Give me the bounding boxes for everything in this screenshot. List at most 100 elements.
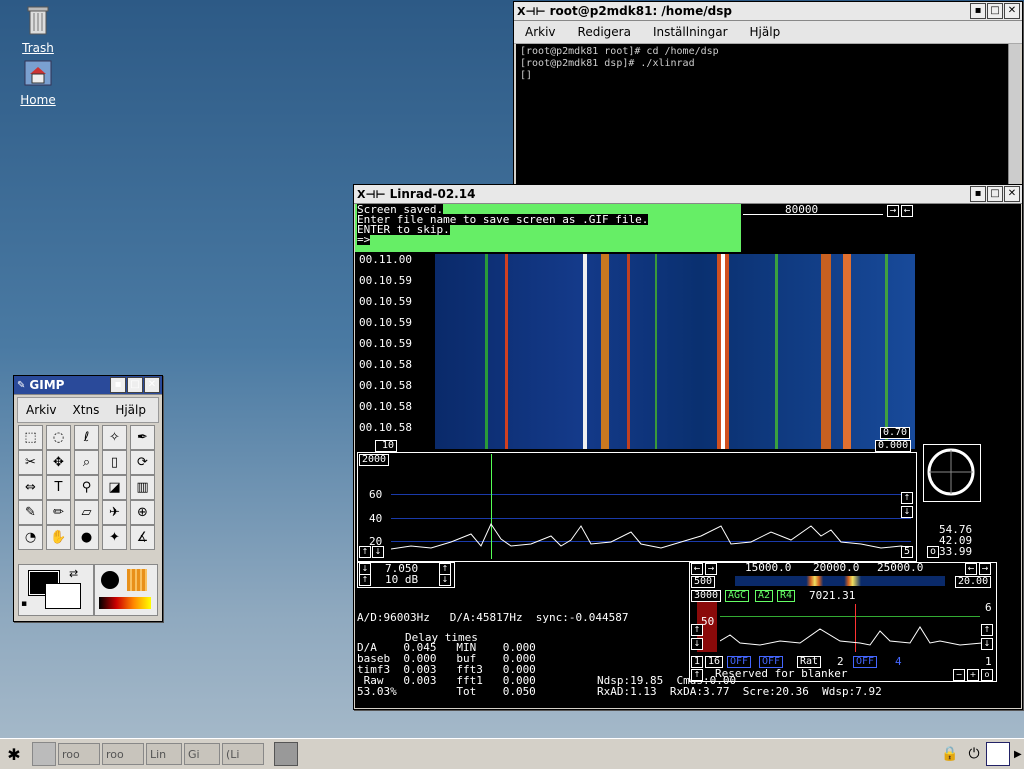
menu-redigera[interactable]: Redigera xyxy=(567,25,642,39)
bf-right-up-button[interactable]: ↑ xyxy=(981,624,993,636)
calendar-icon[interactable] xyxy=(986,742,1010,766)
linrad-window[interactable]: X⊣⊢ Linrad-02.14 ▪ □ ✕ Screen saved. Ent… xyxy=(353,184,1023,710)
ellipse-select-icon[interactable]: ◌ xyxy=(46,425,71,450)
spectrum-scale-up-button[interactable]: ↑ xyxy=(901,492,913,504)
dodge-icon[interactable]: ◔ xyxy=(18,525,43,550)
bf-scroll-left-button[interactable]: ← xyxy=(965,563,977,575)
default-colors-icon[interactable]: ▪ xyxy=(21,599,27,609)
convolve-icon[interactable]: ✦ xyxy=(102,525,127,550)
message-prompt[interactable]: => xyxy=(357,234,371,245)
pattern-icon[interactable] xyxy=(127,569,147,591)
spectrum-down-button[interactable]: ↓ xyxy=(372,546,384,558)
bf-bar-a2[interactable]: A2 xyxy=(755,590,774,602)
bf-right-button[interactable]: → xyxy=(705,563,717,575)
task-gimp[interactable]: Gi xyxy=(184,743,220,765)
paintbrush-icon[interactable]: ✏ xyxy=(46,500,71,525)
gimp-window[interactable]: ✎ GIMP ▪ □ ✕ Arkiv Xtns Hjälp ⬚ ◌ ℓ ✧ ✒ ✂ ✥ ⌕ ▯ ⟳… xyxy=(13,375,163,622)
spectrum-scale-down-button[interactable]: ↓ xyxy=(901,506,913,518)
minimize-button[interactable]: ▪ xyxy=(970,3,986,19)
linrad-titlebar[interactable]: X⊣⊢ Linrad-02.14 ▪ □ ✕ xyxy=(354,185,1022,204)
color-area[interactable]: ⇄ ▪ xyxy=(18,564,94,616)
scissors-icon[interactable]: ✂ xyxy=(18,450,43,475)
task-linrad[interactable]: Lin xyxy=(146,743,182,765)
task-terminal[interactable]: roo xyxy=(58,743,100,765)
start-menu-icon[interactable]: ✱ xyxy=(0,741,28,767)
bezier-icon[interactable]: ✒ xyxy=(130,425,155,450)
window-menu-icon[interactable]: X⊣⊢ xyxy=(354,188,386,201)
swap-colors-icon[interactable]: ⇄ xyxy=(69,567,78,580)
bf-row2-item[interactable]: 1 xyxy=(691,656,704,668)
scroll-left-button[interactable]: ← xyxy=(901,205,913,217)
magic-wand-icon[interactable]: ✧ xyxy=(102,425,127,450)
ink-icon[interactable]: ● xyxy=(74,525,99,550)
bf-gain-box[interactable]: 20.00 xyxy=(955,576,992,588)
bf-bottom-up-button[interactable]: ↑ xyxy=(691,669,703,681)
maximize-button[interactable]: □ xyxy=(987,186,1003,202)
bucket-fill-icon[interactable]: ◪ xyxy=(102,475,127,500)
menu-hjalp[interactable]: Hjälp xyxy=(739,25,792,39)
gradient-swatch[interactable] xyxy=(99,597,151,609)
smudge-icon[interactable]: ✋ xyxy=(46,525,71,550)
gradient-icon[interactable]: ▥ xyxy=(130,475,155,500)
power-icon[interactable]: ⏻ xyxy=(962,746,986,762)
taskbar-scroll-arrow[interactable]: ▶ xyxy=(1014,749,1024,760)
move-icon[interactable]: ✥ xyxy=(46,450,71,475)
trash-desktop-icon[interactable]: Trash xyxy=(8,4,68,55)
clone-icon[interactable]: ⊕ xyxy=(130,500,155,525)
bf-down-button[interactable]: ↓ xyxy=(691,638,703,650)
bf-row2-item[interactable]: OFF xyxy=(853,656,878,668)
spectrum-up-button[interactable]: ↑ xyxy=(359,546,371,558)
lasso-icon[interactable]: ℓ xyxy=(74,425,99,450)
close-button[interactable]: ✕ xyxy=(1004,3,1020,19)
blanker-plus-button[interactable]: + xyxy=(967,669,979,681)
terminal-output[interactable]: [root@p2mdk81 root]# cd /home/dsp [root@… xyxy=(516,44,1010,188)
eraser-icon[interactable]: ▱ xyxy=(74,500,99,525)
bf-bw-box[interactable]: 500 xyxy=(691,576,716,588)
maximize-button[interactable]: □ xyxy=(127,377,143,393)
close-button[interactable]: ✕ xyxy=(144,377,160,393)
minimize-button[interactable]: ▪ xyxy=(970,186,986,202)
task-linrad-2[interactable]: (Li xyxy=(222,743,264,765)
ctrl-b-down-button[interactable]: ↓ xyxy=(439,574,451,586)
pager-area[interactable] xyxy=(32,742,56,766)
color-picker-icon[interactable]: ⚲ xyxy=(74,475,99,500)
gimp-menu-hjalp[interactable]: Hjälp xyxy=(107,403,154,417)
home-desktop-icon[interactable]: Home xyxy=(8,58,68,107)
transform-icon[interactable]: ⟳ xyxy=(130,450,155,475)
brush-pattern-area[interactable] xyxy=(94,564,158,616)
blanker-o-button[interactable]: o xyxy=(981,669,993,681)
linrad-canvas[interactable]: Screen saved. Enter file name to save sc… xyxy=(355,204,1021,708)
brush-icon[interactable] xyxy=(101,571,119,589)
pencil-icon[interactable]: ✎ xyxy=(18,500,43,525)
terminal-window[interactable]: X⊣⊢ root@p2mdk81: /home/dsp ▪ □ ✕ Arkiv … xyxy=(513,1,1023,188)
menu-installningar[interactable]: Inställningar xyxy=(642,25,739,39)
task-terminal-2[interactable]: roo xyxy=(102,743,144,765)
ctrl-b-up-button[interactable]: ↑ xyxy=(359,574,371,586)
crop-icon[interactable]: ▯ xyxy=(102,450,127,475)
rect-select-icon[interactable]: ⬚ xyxy=(18,425,43,450)
blanker-minus-button[interactable]: − xyxy=(953,669,965,681)
scroll-right-button[interactable]: → xyxy=(887,205,899,217)
bf-bar-r4[interactable]: R4 xyxy=(777,590,796,602)
terminal-scrollbar[interactable] xyxy=(1008,44,1020,184)
flip-icon[interactable]: ⇔ xyxy=(18,475,43,500)
gimp-menu-xtns[interactable]: Xtns xyxy=(65,403,108,417)
airbrush-icon[interactable]: ✈ xyxy=(102,500,127,525)
terminal-titlebar[interactable]: X⊣⊢ root@p2mdk81: /home/dsp ▪ □ ✕ xyxy=(514,2,1022,21)
gimp-menu-arkiv[interactable]: Arkiv xyxy=(18,403,65,417)
magnify-icon[interactable]: ⌕ xyxy=(74,450,99,475)
bf-bar-agc[interactable]: AGC xyxy=(725,590,750,602)
waterfall-zero-box[interactable]: 0.000 xyxy=(875,440,912,452)
lock-icon[interactable]: 🔒 xyxy=(938,746,962,762)
bf-left-button[interactable]: ← xyxy=(691,563,703,575)
bf-up-button[interactable]: ↑ xyxy=(691,624,703,636)
bf-bar-3000[interactable]: 3000 xyxy=(691,590,722,602)
measure-icon[interactable]: ∡ xyxy=(130,525,155,550)
waterfall-avg-box[interactable]: 10 xyxy=(375,440,397,452)
bf-right-down-button[interactable]: ↓ xyxy=(981,638,993,650)
gimp-titlebar[interactable]: ✎ GIMP ▪ □ ✕ xyxy=(14,376,162,395)
bf-scroll-right-button[interactable]: → xyxy=(979,563,991,575)
close-button[interactable]: ✕ xyxy=(1004,186,1020,202)
spectrum-avg-box[interactable]: 2000 xyxy=(359,454,390,466)
background-color[interactable] xyxy=(45,583,81,609)
